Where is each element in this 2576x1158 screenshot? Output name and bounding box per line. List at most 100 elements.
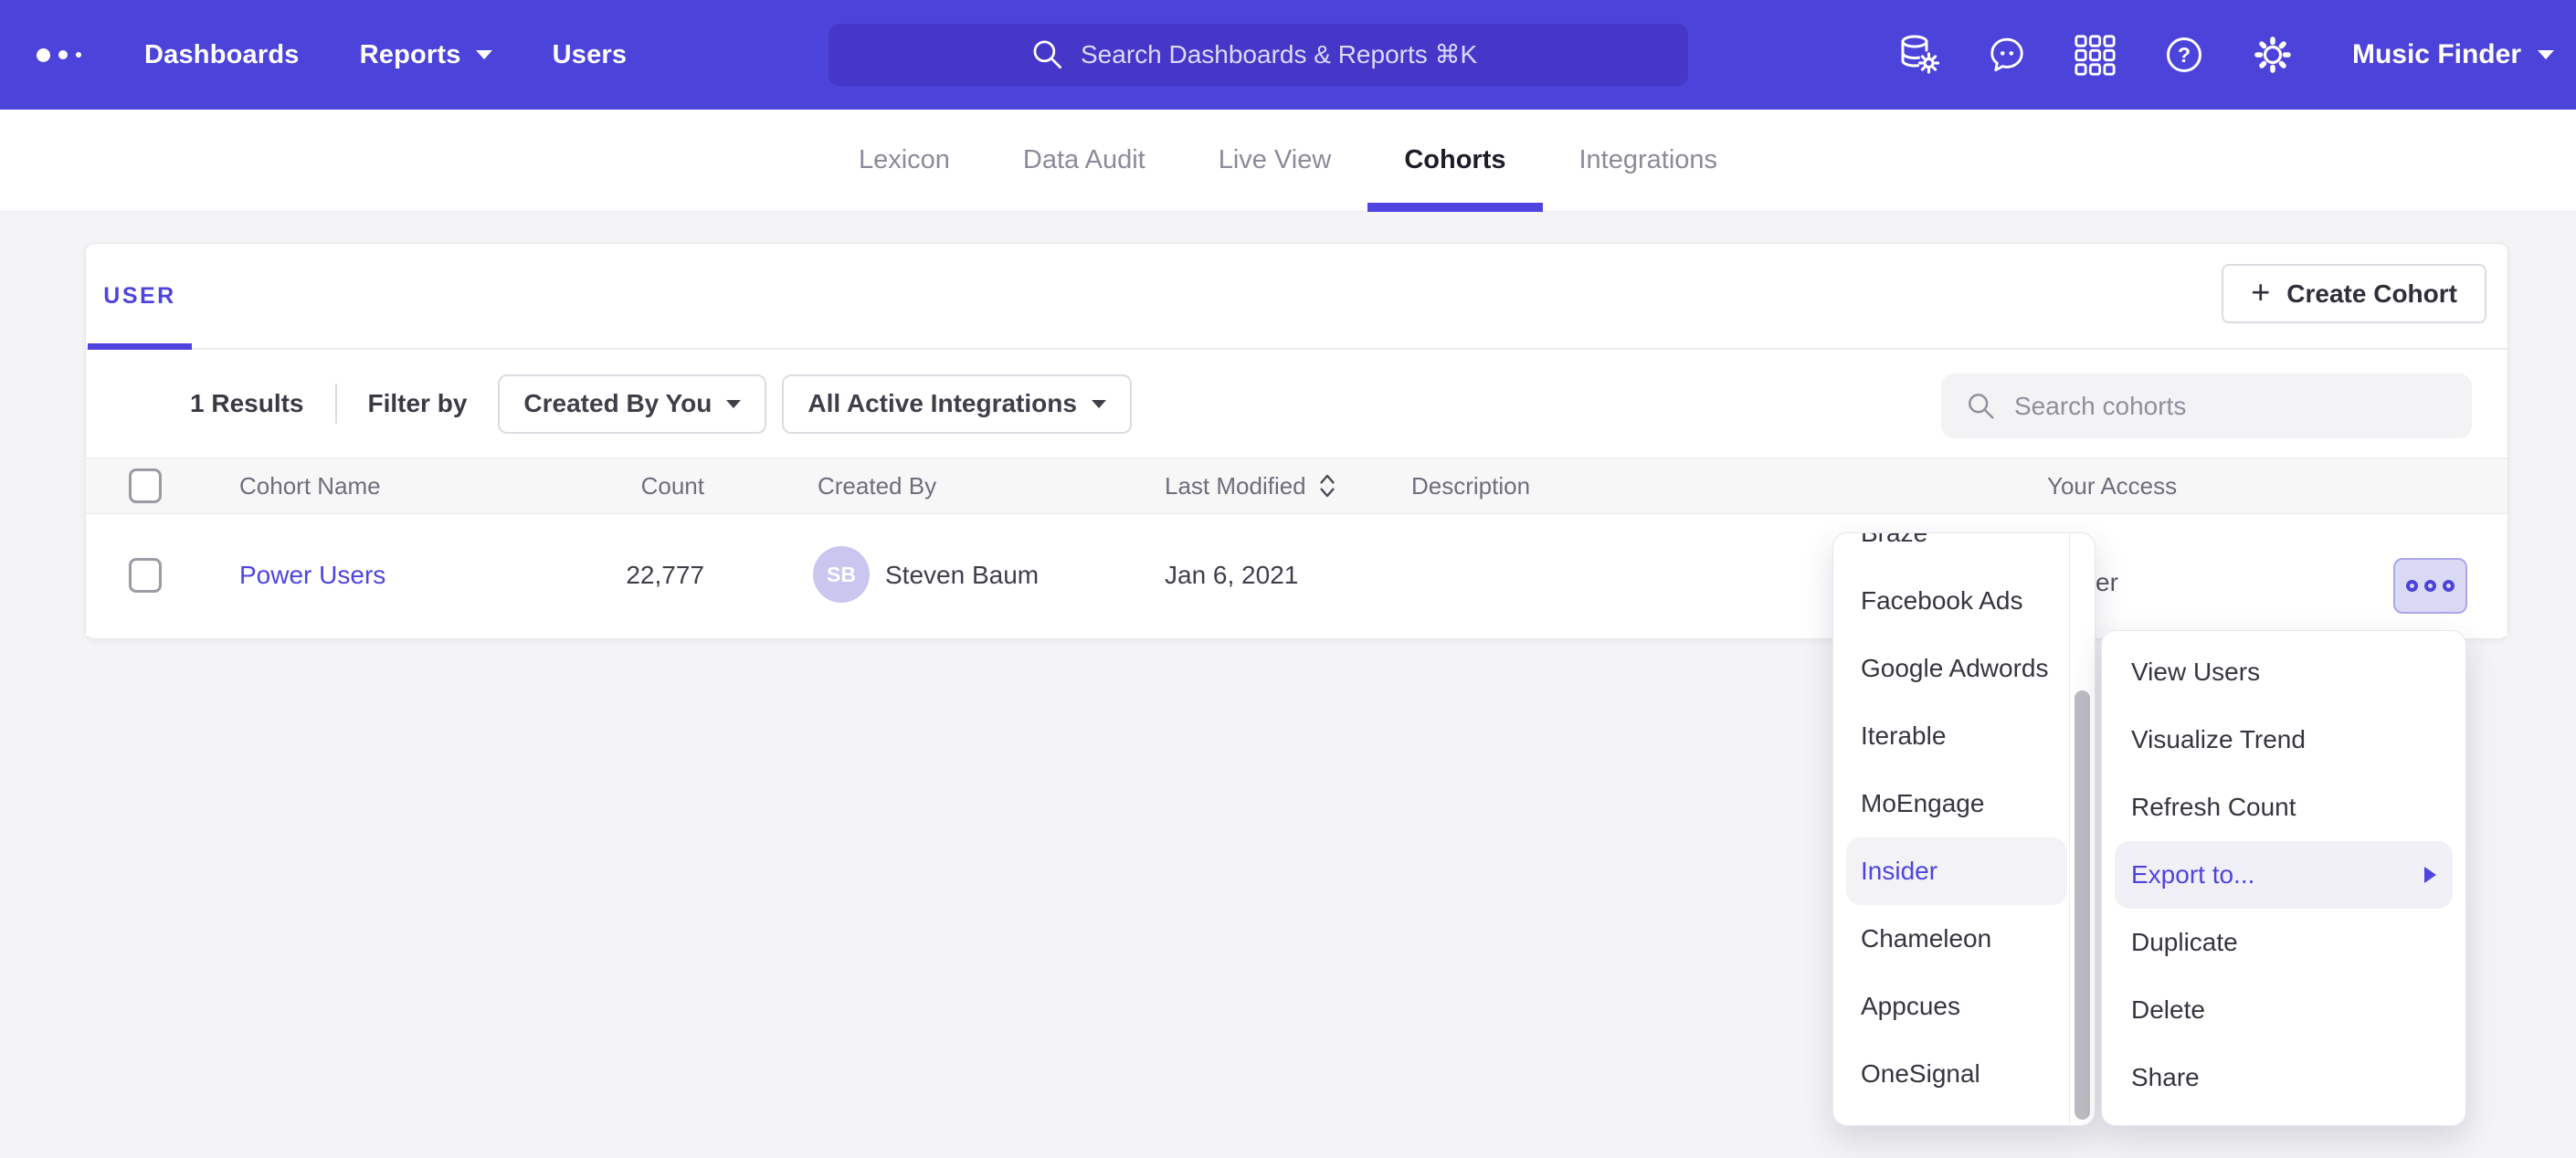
avatar: SB [813,546,870,603]
menu-item-label: Refresh Count [2131,793,2296,822]
feedback-icon[interactable] [1985,33,2029,77]
chevron-down-icon [726,400,741,408]
submenu-item-braze[interactable]: Braze [1846,532,2067,567]
menu-item-label: Duplicate [2131,928,2238,957]
column-last-modified: Last Modified [1165,458,1337,513]
search-icon [1029,37,1066,73]
menu-item-visualize-trend[interactable]: Visualize Trend [2115,706,2453,774]
subnav-tabs: Lexicon Data Audit Live View Cohorts Int… [822,110,1754,212]
dot-icon [2443,580,2455,592]
plus-icon: + [2251,276,2270,309]
column-count: Count [543,458,704,513]
menu-item-refresh-count[interactable]: Refresh Count [2115,774,2453,841]
chevron-down-icon [1092,400,1106,408]
workspace-switcher[interactable]: Music Finder [2352,39,2554,70]
integrations-filter-label: All Active Integrations [808,389,1077,418]
cohorts-page: Dashboards Reports Users [0,0,2576,1158]
column-created-by: Created By [818,458,936,513]
nav-link-dashboards[interactable]: Dashboards [144,40,300,70]
menu-item-view-users[interactable]: View Users [2115,638,2453,706]
logo-dot [37,48,50,62]
logo-dot [58,50,68,59]
tab-cohorts[interactable]: Cohorts [1367,110,1542,212]
cohort-name-link[interactable]: Power Users [239,561,385,590]
search-icon [1965,390,1998,423]
nav-link-users[interactable]: Users [553,40,628,70]
create-cohort-label: Create Cohort [2286,279,2457,309]
sub-nav: Lexicon Data Audit Live View Cohorts Int… [0,110,2576,212]
nav-links: Dashboards Reports Users [144,40,627,70]
submenu-item-facebook-ads[interactable]: Facebook Ads [1846,567,2067,635]
tab-user-cohorts[interactable]: USER [88,244,192,348]
chevron-down-icon [476,50,492,59]
submenu-item-insider[interactable]: Insider [1846,837,2067,905]
submenu-item-iterable[interactable]: Iterable [1846,702,2067,770]
apps-grid-icon[interactable] [2074,33,2117,77]
row-context-menu: View Users Visualize Trend Refresh Count… [2101,630,2466,1126]
cohorts-panel: USER + Create Cohort 1 Results Filter by… [85,243,2508,639]
settings-icon[interactable] [2251,33,2295,77]
export-submenu: Braze Facebook Ads Google Adwords Iterab… [1832,532,2096,1126]
integrations-filter[interactable]: All Active Integrations [782,374,1132,434]
results-count: 1 Results [190,389,304,418]
created-by-filter-label: Created By You [523,389,712,418]
create-cohort-button[interactable]: + Create Cohort [2222,264,2486,323]
your-access-value-partial: er [2096,568,2118,597]
help-icon[interactable]: ? [2162,33,2206,77]
created-by-filter[interactable]: Created By You [498,374,766,434]
global-search-bar[interactable] [829,24,1688,86]
table-row: Power Users 22,777 SB Steven Baum Jan 6,… [86,514,2507,636]
menu-item-label: Share [2131,1063,2200,1092]
global-search-input[interactable] [1081,40,1487,69]
row-actions-button[interactable] [2393,558,2467,614]
cohort-search-bar[interactable] [1941,374,2472,438]
data-management-icon[interactable] [1896,33,1940,77]
tab-lexicon[interactable]: Lexicon [822,110,987,212]
tab-integrations[interactable]: Integrations [1543,110,1755,212]
last-modified-date: Jan 6, 2021 [1165,514,1298,636]
dot-icon [2406,580,2418,592]
nav-right: ? Music Finder [1896,0,2554,110]
top-nav: Dashboards Reports Users [0,0,2576,110]
menu-item-share[interactable]: Share [2115,1044,2453,1111]
submenu-item-chameleon[interactable]: Chameleon [1846,905,2067,973]
menu-item-label: Visualize Trend [2131,725,2306,754]
svg-text:?: ? [2178,43,2191,67]
submenu-item-google-adwords[interactable]: Google Adwords [1846,635,2067,702]
divider [335,384,337,424]
tab-data-audit[interactable]: Data Audit [987,110,1182,212]
column-description: Description [1411,458,1530,513]
nav-link-reports[interactable]: Reports [360,40,492,70]
scrollbar-thumb[interactable] [2075,690,2090,1120]
dot-icon [2424,580,2436,592]
workspace-name: Music Finder [2352,39,2521,70]
column-your-access: Your Access [2047,458,2177,513]
column-cohort-name: Cohort Name [239,458,381,513]
submenu-item-appcues[interactable]: Appcues [1846,973,2067,1040]
creator-name: Steven Baum [885,514,1039,636]
tab-live-view[interactable]: Live View [1182,110,1368,212]
menu-item-label: Delete [2131,995,2205,1025]
submenu-arrow-icon [2424,867,2436,883]
submenu-item-moengage[interactable]: MoEngage [1846,770,2067,837]
cohort-search-input[interactable] [2014,392,2416,421]
menu-item-label: Export to... [2131,860,2254,890]
chevron-down-icon [2538,50,2554,59]
submenu-item-onesignal[interactable]: OneSignal [1846,1040,2067,1108]
filter-row: 1 Results Filter by Created By You All A… [86,350,2507,458]
row-checkbox[interactable] [129,558,162,593]
context-menu-list: View Users Visualize Trend Refresh Count… [2102,638,2465,1111]
column-last-modified-label: Last Modified [1165,472,1306,500]
nav-link-reports-label: Reports [360,40,461,70]
menu-item-delete[interactable]: Delete [2115,976,2453,1044]
menu-item-duplicate[interactable]: Duplicate [2115,909,2453,976]
logo-dot [76,52,81,58]
menu-item-export-to[interactable]: Export to... [2115,841,2453,909]
select-all-checkbox[interactable] [129,468,162,503]
filter-by-label: Filter by [368,389,468,418]
cohort-count: 22,777 [543,514,704,636]
table-header: Cohort Name Count Created By Last Modifi… [86,458,2507,514]
export-submenu-list: Braze Facebook Ads Google Adwords Iterab… [1833,532,2095,1108]
mixpanel-logo-icon[interactable] [37,48,100,62]
sort-icon[interactable] [1317,471,1337,500]
